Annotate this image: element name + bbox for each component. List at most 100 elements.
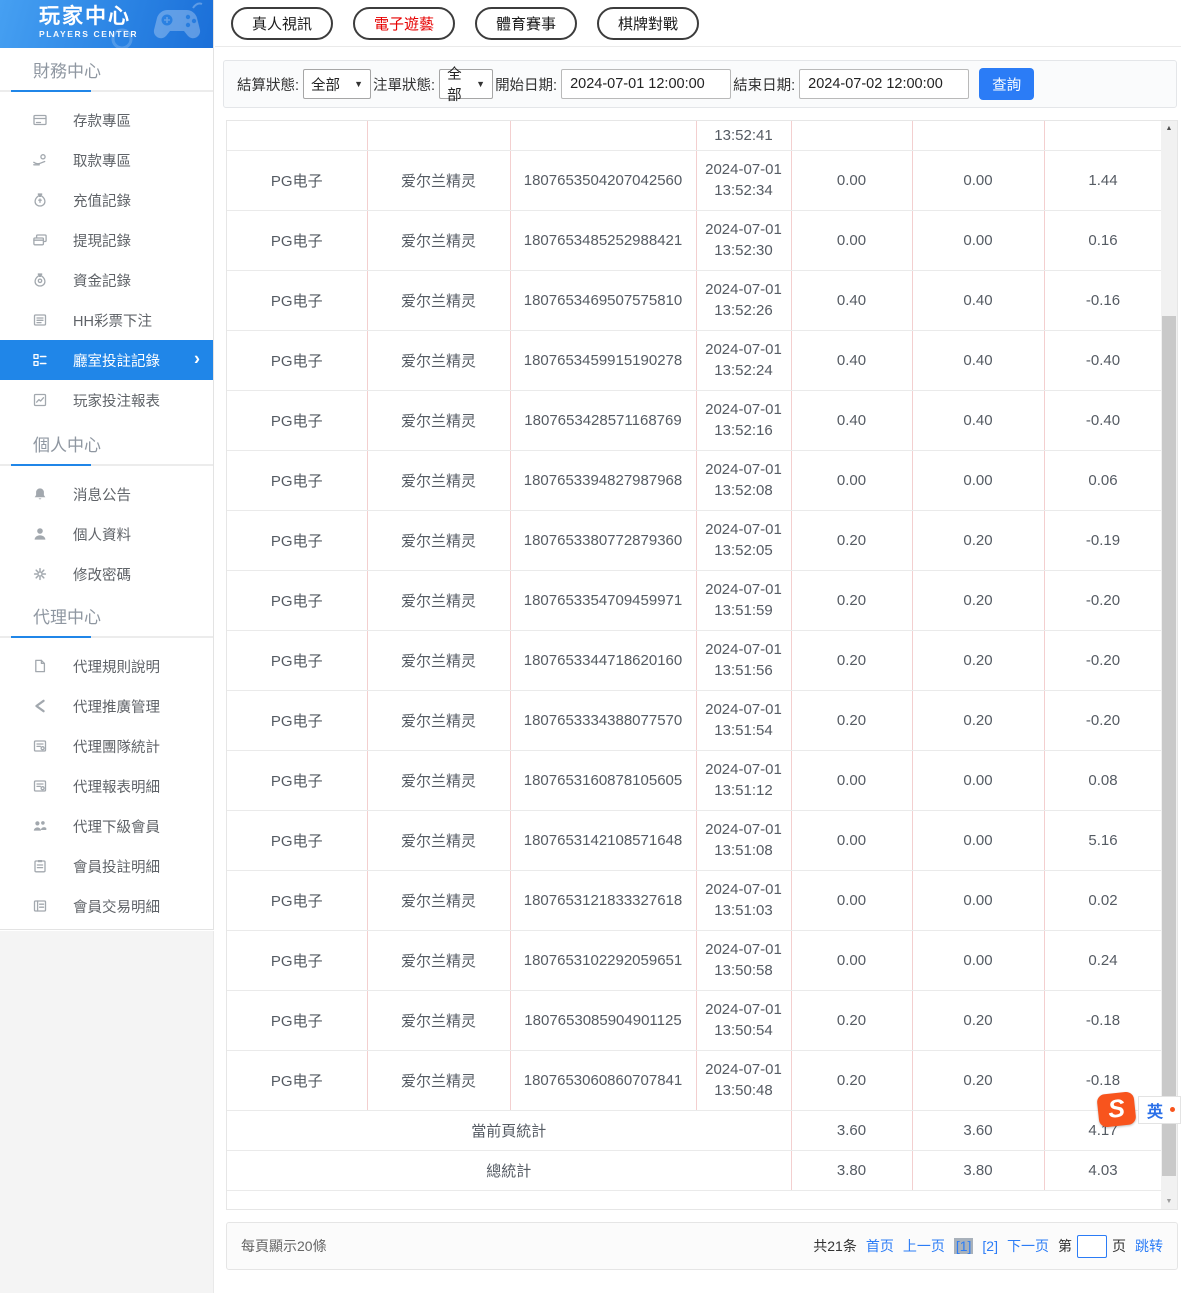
sidebar-item[interactable]: 廳室投註記錄› <box>0 340 213 380</box>
cell-game: 爱尔兰精灵 <box>367 630 510 690</box>
cell-time: 2024-07-0113:52:16 <box>696 390 791 450</box>
cell-bet: 0.20 <box>791 990 912 1050</box>
cell-valid-bet: 0.40 <box>912 390 1044 450</box>
cell-win-loss: -0.20 <box>1044 630 1162 690</box>
ime-status-widget: S 英 <box>1098 1093 1181 1126</box>
cell-valid-bet: 0.20 <box>912 690 1044 750</box>
sidebar-item-label: 資金記錄 <box>73 270 131 291</box>
sidebar-item[interactable]: 代理推廣管理 <box>0 686 213 726</box>
page-size-text: 每頁顯示20條 <box>241 1236 327 1256</box>
settle-status-select[interactable]: 全部 ▼ <box>303 69 371 99</box>
cell-bet: 0.00 <box>791 210 912 270</box>
table-row: PG电子爱尔兰精灵18076534695075758102024-07-0113… <box>227 270 1162 330</box>
total-summary-valid-bet: 3.80 <box>912 1150 1044 1190</box>
recharge-bag-icon <box>31 192 49 208</box>
page-2-link[interactable]: [2] <box>982 1238 998 1254</box>
table-row: PG电子爱尔兰精灵18076531218333276182024-07-0113… <box>227 870 1162 930</box>
sidebar-item-label: 充值記錄 <box>73 190 131 211</box>
start-date-label: 開始日期: <box>495 74 557 95</box>
section-title: 個人中心 <box>0 434 213 458</box>
cell-game: 爱尔兰精灵 <box>367 930 510 990</box>
scrollbar-thumb[interactable] <box>1162 316 1176 1176</box>
sidebar-item[interactable]: 代理報表明細 <box>0 766 213 806</box>
sidebar-item[interactable]: 代理規則說明 <box>0 646 213 686</box>
section-title: 財務中心 <box>0 60 213 84</box>
sidebar-item[interactable]: 個人資料 <box>0 514 213 554</box>
cell-order-id: 1807653354709459971 <box>510 570 696 630</box>
sidebar-item[interactable]: 修改密碼 <box>0 554 213 594</box>
sidebar-item-label: HH彩票下注 <box>73 310 152 331</box>
table-row: PG电子爱尔兰精灵18076535042070425602024-07-0113… <box>227 150 1162 210</box>
sogou-ime-icon[interactable]: S <box>1096 1091 1136 1128</box>
sidebar-item[interactable]: 代理團隊統計 <box>0 726 213 766</box>
sidebar-empty-area <box>0 931 214 1293</box>
sidebar-item[interactable]: 消息公告 <box>0 474 213 514</box>
sidebar-item[interactable]: 會員交易明細 <box>0 886 213 926</box>
cell-order-id: 1807653102292059651 <box>510 930 696 990</box>
section-title: 代理中心 <box>0 606 213 630</box>
sidebar-item[interactable]: 資金記錄 <box>0 260 213 300</box>
sidebar-item[interactable]: 會員投註明細 <box>0 846 213 886</box>
cell-order-id: 1807653060860707841 <box>510 1050 696 1110</box>
sidebar-item[interactable]: 充值記錄 <box>0 180 213 220</box>
end-date-input[interactable]: 2024-07-02 12:00:00 <box>799 69 969 99</box>
first-page-link[interactable]: 首页 <box>866 1236 894 1256</box>
jump-button[interactable]: 跳转 <box>1135 1236 1163 1256</box>
cell-valid-bet <box>912 121 1044 150</box>
sidebar-item[interactable]: 代理下級會員 <box>0 806 213 846</box>
start-date-input[interactable]: 2024-07-01 12:00:00 <box>561 69 731 99</box>
table-scrollbar[interactable]: ▲ ▼ <box>1161 121 1177 1209</box>
cell-platform: PG电子 <box>227 930 367 990</box>
next-page-link[interactable]: 下一页 <box>1007 1236 1049 1256</box>
cell-game: 爱尔兰精灵 <box>367 870 510 930</box>
order-status-select[interactable]: 全部 ▼ <box>439 69 493 99</box>
cell-valid-bet: 0.00 <box>912 450 1044 510</box>
cell-platform: PG电子 <box>227 330 367 390</box>
tab-category[interactable]: 體育賽事 <box>475 7 577 40</box>
cell-order-id: 1807653469507575810 <box>510 270 696 330</box>
cell-order-id: 1807653160878105605 <box>510 750 696 810</box>
tab-category[interactable]: 真人視訊 <box>231 7 333 40</box>
cell-time: 2024-07-0113:51:03 <box>696 870 791 930</box>
sidebar-item-label: 會員投註明細 <box>73 856 160 877</box>
table-row-partial: 13:52:41 <box>227 121 1162 150</box>
sidebar-item[interactable]: 存款專區 <box>0 100 213 140</box>
ime-language-panel[interactable]: 英 <box>1138 1096 1181 1124</box>
scrollbar-down-arrow-icon[interactable]: ▼ <box>1161 1194 1177 1209</box>
tab-active[interactable]: 電子遊藝 <box>353 7 455 40</box>
pagination-controls: 共21条 首页 上一页 [1] [2] 下一页 第 页 跳转 <box>813 1235 1163 1258</box>
sidebar-item-label: 代理下級會員 <box>73 816 160 837</box>
cell-platform: PG电子 <box>227 990 367 1050</box>
total-count-text: 共21条 <box>813 1236 857 1256</box>
room-bet-list-icon <box>31 352 49 368</box>
sidebar-section-finance: 財務中心 存款專區取款專區充值記錄提現記錄資金記錄 HH彩票下注廳室投註記錄›玩家… <box>0 60 213 424</box>
pagination-bar: 每頁顯示20條 共21条 首页 上一页 [1] [2] 下一页 第 页 跳转 <box>226 1222 1178 1270</box>
prev-page-link[interactable]: 上一页 <box>903 1236 945 1256</box>
cell-order-id: 1807653485252988421 <box>510 210 696 270</box>
sidebar-item-label: 個人資料 <box>73 524 131 545</box>
sidebar-item[interactable]: 玩家投注報表 <box>0 380 213 420</box>
cell-bet: 0.00 <box>791 870 912 930</box>
sidebar-item[interactable]: HH彩票下注 <box>0 300 213 340</box>
page-jump-input[interactable] <box>1077 1235 1107 1258</box>
current-page-indicator[interactable]: [1] <box>954 1238 974 1254</box>
gamepad-icon <box>147 0 209 48</box>
table-row: PG电子爱尔兰精灵18076530608607078412024-07-0113… <box>227 1050 1162 1110</box>
sidebar-item-label: 消息公告 <box>73 484 131 505</box>
team-report-icon <box>31 738 49 754</box>
cell-time: 2024-07-0113:51:54 <box>696 690 791 750</box>
person-icon <box>31 526 49 542</box>
game-category-tabs: 真人視訊電子遊藝體育賽事棋牌對戰 <box>215 0 1181 47</box>
scrollbar-up-arrow-icon[interactable]: ▲ <box>1161 121 1177 136</box>
sidebar-item[interactable]: 提現記錄 <box>0 220 213 260</box>
cell-bet: 0.20 <box>791 1050 912 1110</box>
player-report-chart-icon <box>31 392 49 408</box>
sidebar-item[interactable]: 取款專區 <box>0 140 213 180</box>
cell-platform: PG电子 <box>227 150 367 210</box>
tab-category[interactable]: 棋牌對戰 <box>597 7 699 40</box>
cell-order-id <box>510 121 696 150</box>
search-button[interactable]: 查詢 <box>979 68 1034 100</box>
cell-order-id: 1807653394827987968 <box>510 450 696 510</box>
cell-bet: 0.00 <box>791 450 912 510</box>
cell-game: 爱尔兰精灵 <box>367 390 510 450</box>
